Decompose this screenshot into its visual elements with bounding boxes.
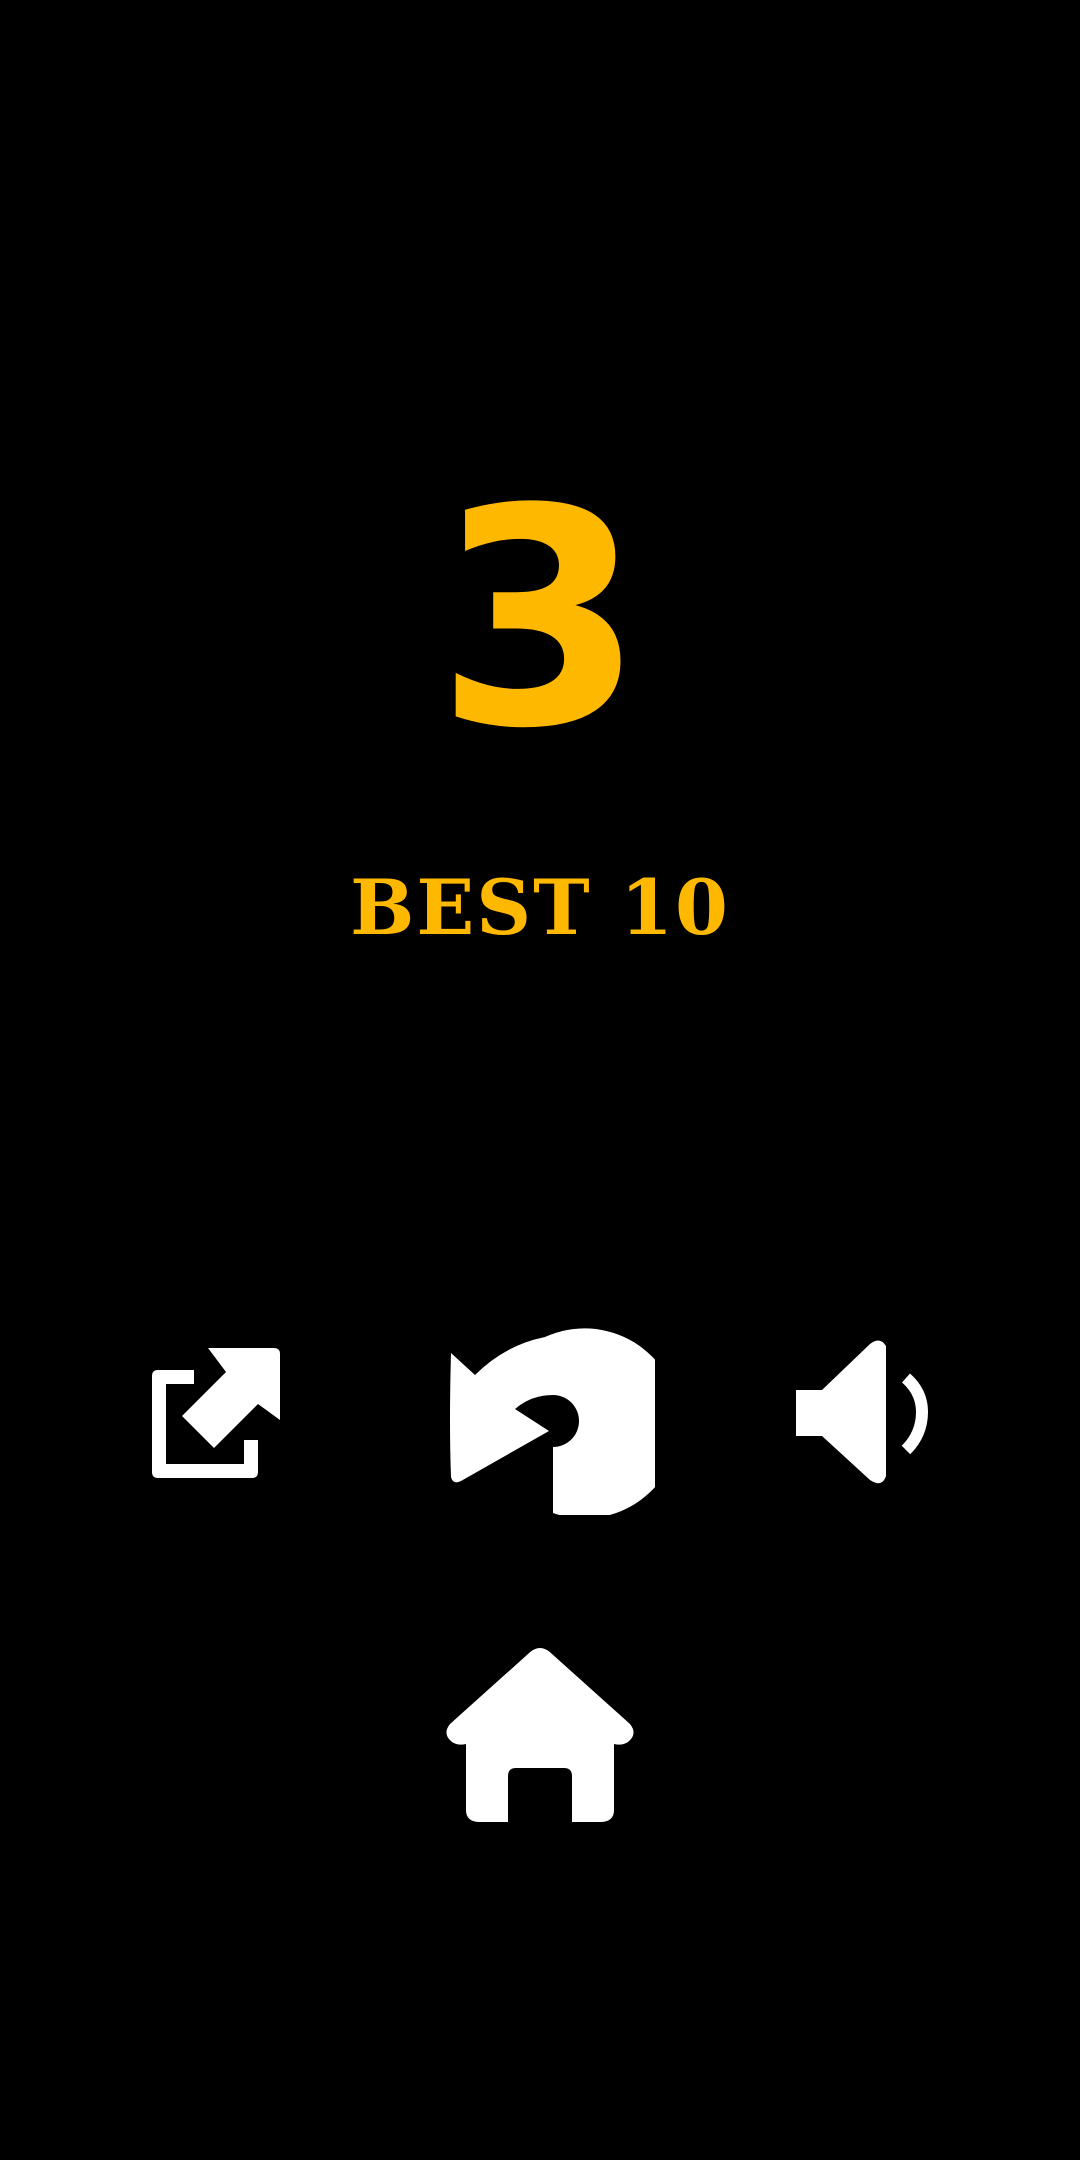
sound-button[interactable]	[794, 1340, 940, 1486]
home-icon	[446, 1648, 634, 1822]
restart-icon	[450, 1328, 655, 1515]
current-score: 3	[435, 445, 645, 794]
share-external-icon	[152, 1348, 280, 1478]
share-button[interactable]	[148, 1348, 282, 1482]
home-button[interactable]	[444, 1646, 636, 1822]
best-label: BEST	[350, 863, 592, 952]
best-score: BEST 10	[0, 868, 1080, 948]
restart-button[interactable]	[445, 1325, 655, 1515]
best-value: 10	[620, 863, 730, 952]
speaker-icon	[796, 1340, 929, 1484]
